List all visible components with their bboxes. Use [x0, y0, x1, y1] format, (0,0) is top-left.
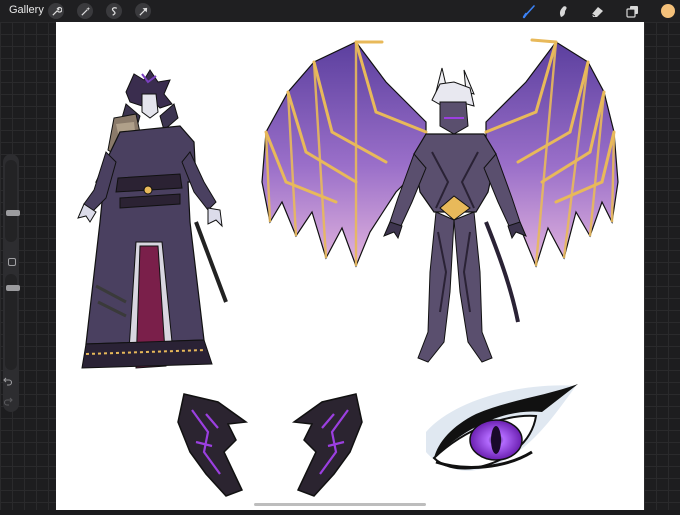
home-indicator	[254, 503, 426, 506]
winged-demon-figure	[261, 38, 619, 363]
brush-size-handle[interactable]	[6, 210, 20, 216]
selection-icon[interactable]	[106, 3, 122, 19]
top-toolbar: Gallery	[0, 0, 680, 22]
redo-icon[interactable]	[3, 396, 13, 406]
drawing-canvas[interactable]	[56, 22, 644, 510]
brush-size-slider[interactable]	[5, 160, 20, 242]
wrench-icon[interactable]	[48, 3, 64, 19]
eraser-icon[interactable]	[589, 3, 605, 19]
color-picker-swatch[interactable]	[661, 4, 675, 18]
undo-icon[interactable]	[3, 376, 13, 386]
armor-piece-right	[291, 393, 363, 497]
transform-arrow-icon[interactable]	[135, 3, 151, 19]
robed-figure	[77, 69, 228, 369]
brush-sidebar	[3, 154, 20, 412]
armor-piece-left	[177, 393, 249, 497]
eye-study	[426, 384, 578, 471]
brush-opacity-handle[interactable]	[6, 285, 20, 291]
brush-icon[interactable]	[521, 3, 537, 19]
modify-button[interactable]	[8, 258, 16, 266]
canvas-margin-right	[644, 22, 680, 510]
magic-wand-icon[interactable]	[77, 3, 93, 19]
smudge-icon[interactable]	[555, 3, 571, 19]
gallery-button[interactable]: Gallery	[9, 4, 44, 16]
artwork	[77, 38, 619, 497]
brush-opacity-slider[interactable]	[5, 274, 20, 370]
layers-icon[interactable]	[624, 3, 640, 19]
